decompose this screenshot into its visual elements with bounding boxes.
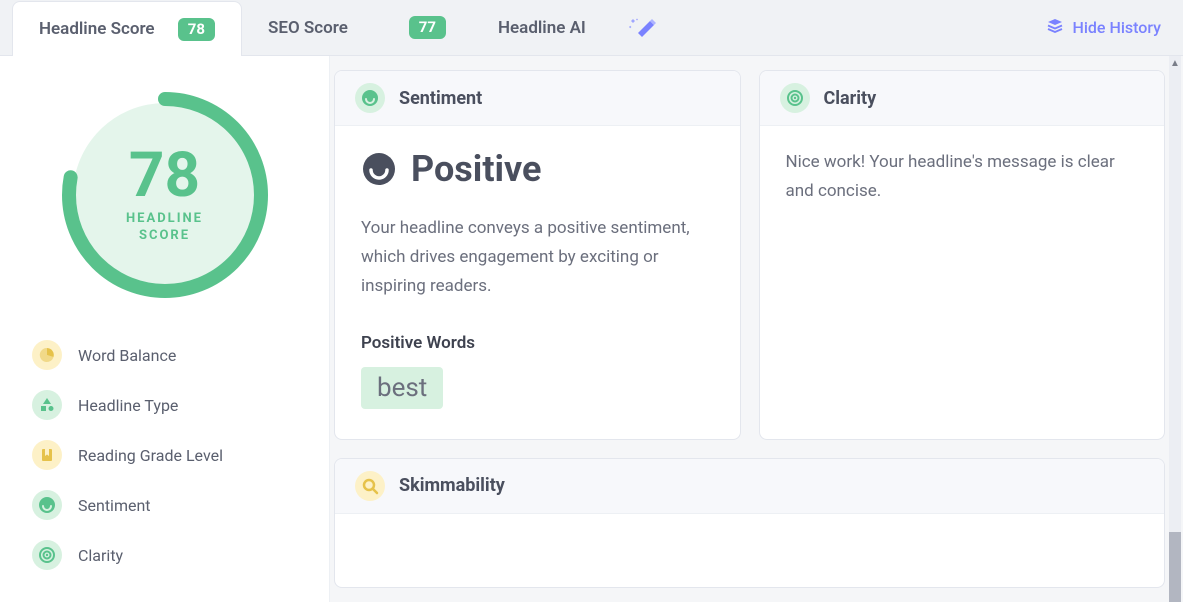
shapes-icon <box>32 390 62 420</box>
score-label: HEADLINE SCORE <box>126 211 203 245</box>
card-header: Sentiment <box>335 71 740 126</box>
score-gauge-wrap: 78 HEADLINE SCORE <box>32 90 297 300</box>
smile-icon <box>361 151 397 187</box>
sidebar-item-clarity[interactable]: Clarity <box>32 530 297 580</box>
card-body: Nice work! Your headline's message is cl… <box>760 126 1165 236</box>
clarity-description: Nice work! Your headline's message is cl… <box>786 148 1139 206</box>
target-icon <box>780 83 810 113</box>
ai-pencil-icon <box>628 17 656 39</box>
content-area[interactable]: Sentiment Positive Your headline conveys… <box>330 56 1183 602</box>
tab-headline-ai[interactable]: Headline AI <box>472 0 682 55</box>
sentiment-headline: Positive <box>361 148 714 190</box>
tab-bar: Headline Score 78 SEO Score 77 Headline … <box>0 0 1183 56</box>
smile-icon <box>32 490 62 520</box>
sidebar-item-label: Word Balance <box>78 346 176 365</box>
card-row: Sentiment Positive Your headline conveys… <box>334 70 1165 440</box>
sentiment-card: Sentiment Positive Your headline conveys… <box>334 70 741 440</box>
target-icon <box>32 540 62 570</box>
sentiment-value: Positive <box>411 148 541 190</box>
sidebar-item-reading-grade[interactable]: Reading Grade Level <box>32 430 297 480</box>
tab-label: SEO Score <box>268 18 348 38</box>
stack-icon <box>1046 17 1064 39</box>
scroll-thumb[interactable] <box>1169 532 1181 602</box>
card-header: Clarity <box>760 71 1165 126</box>
pie-icon <box>32 340 62 370</box>
sidebar: 78 HEADLINE SCORE Word Balance H <box>0 56 330 602</box>
sidebar-item-sentiment[interactable]: Sentiment <box>32 480 297 530</box>
sidebar-item-label: Sentiment <box>78 496 151 515</box>
sidebar-item-headline-type[interactable]: Headline Type <box>32 380 297 430</box>
metric-list: Word Balance Headline Type Reading Grade… <box>32 330 297 580</box>
card-body: Positive Your headline conveys a positiv… <box>335 126 740 439</box>
tab-label: Headline AI <box>498 18 586 38</box>
main-panel: 78 HEADLINE SCORE Word Balance H <box>0 56 1183 602</box>
score-value: 78 <box>129 145 200 207</box>
clarity-card: Clarity Nice work! Your headline's messa… <box>759 70 1166 440</box>
positive-word-chip: best <box>361 367 443 409</box>
card-title: Sentiment <box>399 88 482 109</box>
smile-icon <box>355 83 385 113</box>
score-badge: 78 <box>178 18 215 41</box>
scrollbar[interactable]: ▲ <box>1169 56 1181 602</box>
skimmability-card: Skimmability <box>334 458 1165 588</box>
sidebar-item-word-balance[interactable]: Word Balance <box>32 330 297 380</box>
sidebar-item-label: Clarity <box>78 546 123 565</box>
hide-history-label: Hide History <box>1072 18 1161 37</box>
positive-words-heading: Positive Words <box>361 333 714 353</box>
card-title: Clarity <box>824 88 877 109</box>
score-text: 78 HEADLINE SCORE <box>60 90 270 300</box>
score-badge: 77 <box>409 16 446 39</box>
score-gauge: 78 HEADLINE SCORE <box>60 90 270 300</box>
tab-seo-score[interactable]: SEO Score 77 <box>242 0 472 55</box>
tab-label: Headline Score <box>39 19 155 39</box>
hide-history-button[interactable]: Hide History <box>1036 0 1171 55</box>
sentiment-description: Your headline conveys a positive sentime… <box>361 214 714 301</box>
scroll-up-arrow-icon[interactable]: ▲ <box>1169 56 1181 70</box>
card-title: Skimmability <box>399 475 505 496</box>
card-header: Skimmability <box>335 459 1164 514</box>
bookmark-icon <box>32 440 62 470</box>
sidebar-item-label: Reading Grade Level <box>78 446 223 465</box>
search-icon <box>355 471 385 501</box>
sidebar-item-label: Headline Type <box>78 396 178 415</box>
tab-headline-score[interactable]: Headline Score 78 <box>12 1 242 56</box>
